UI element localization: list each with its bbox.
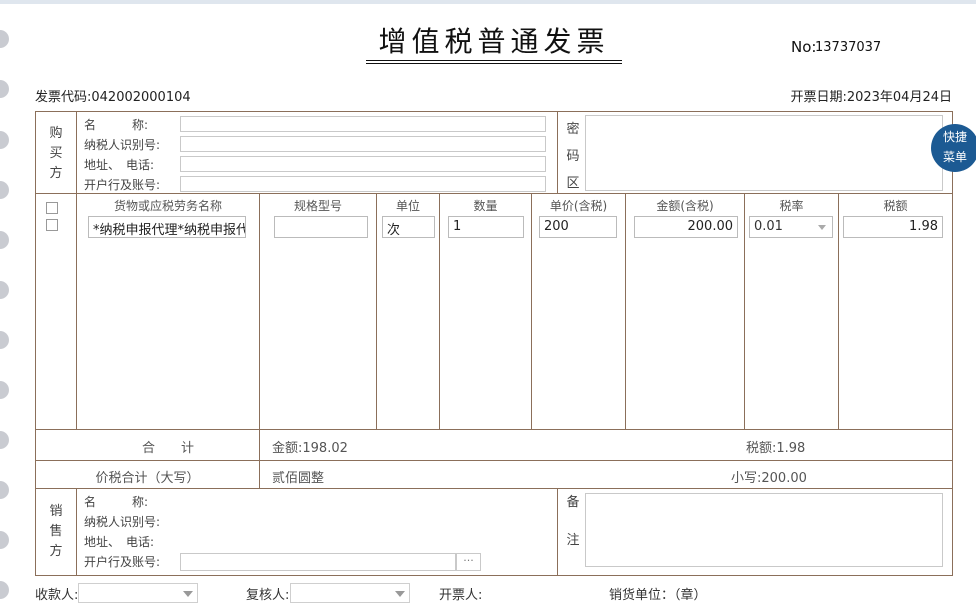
binding-hole-icon	[0, 281, 9, 299]
col-header-tax-rate: 税率	[779, 199, 804, 213]
col-header-unit-price: 单价(含税)	[549, 199, 608, 213]
reviewer-select[interactable]	[290, 583, 410, 603]
buyer-bank-label: 开户行及账号:	[84, 178, 161, 192]
remark-label: 备 注	[566, 495, 580, 548]
drawer-label: 开票人:	[439, 588, 483, 603]
binding-hole-icon	[0, 381, 9, 399]
vline-price	[625, 193, 626, 430]
seller-name-label: 名 称:	[84, 495, 149, 509]
total-label: 合 计	[141, 441, 194, 456]
binding-hole-icon	[0, 431, 9, 449]
col-header-tax-amount: 税额	[883, 199, 908, 213]
payee-select[interactable]	[78, 583, 198, 603]
buyer-taxid-label: 纳税人识别号:	[84, 138, 161, 152]
spec-input[interactable]	[274, 216, 368, 238]
buyer-address-input[interactable]	[180, 156, 546, 172]
divider-total-tax	[35, 488, 953, 489]
col-header-goods: 货物或应税劳务名称	[113, 199, 222, 213]
binding-hole-icon	[0, 331, 9, 349]
amount-input[interactable]: 200.00	[634, 216, 738, 238]
goods-name-input[interactable]: *纳税申报代理*纳税申报代	[88, 216, 246, 238]
vline-unit	[439, 193, 440, 430]
total-tax: 税额:1.98	[746, 441, 806, 456]
cipher-area-label: 密 码 区	[566, 122, 580, 191]
col-header-amount: 金额(含税)	[656, 199, 714, 213]
binding-hole-icon	[0, 80, 9, 98]
tax-rate-value: 0.01	[754, 219, 783, 234]
frame-bottom	[35, 575, 953, 576]
invoice-title: 增值税普通发票	[378, 25, 610, 58]
buyer-name-label: 名 称:	[84, 118, 149, 132]
vline-seller-label	[76, 488, 77, 576]
vline-amount	[744, 193, 745, 430]
total-with-tax-label: 价税合计（大写）	[95, 471, 200, 486]
unit-input[interactable]: 次	[382, 216, 435, 238]
row-checkbox[interactable]	[46, 219, 58, 231]
vline-buyer-label	[76, 111, 77, 194]
invoice-date: 开票日期:2023年04月24日	[790, 90, 952, 105]
buyer-name-input[interactable]	[180, 116, 546, 132]
col-header-unit: 单位	[395, 199, 420, 213]
binding-hole-icon	[0, 531, 9, 549]
binding-hole-icon	[0, 181, 9, 199]
vline-items-first	[76, 193, 77, 430]
chevron-down-icon	[395, 591, 405, 597]
invoice-no-label: No:	[791, 38, 817, 56]
frame-top	[35, 111, 953, 112]
tax-amount-input[interactable]: 1.98	[843, 216, 943, 238]
chevron-down-icon	[183, 591, 193, 597]
reviewer-label: 复核人:	[246, 588, 290, 603]
seller-taxid-label: 纳税人识别号:	[84, 515, 161, 529]
total-uppercase: 贰佰圆整	[272, 471, 325, 486]
vline-seller-remark	[557, 488, 558, 576]
vline-spec	[376, 193, 377, 430]
vline-rate	[838, 193, 839, 430]
binding-hole-icon	[0, 481, 9, 499]
buyer-bank-input[interactable]	[180, 176, 546, 192]
vline-buyer-cipher	[557, 111, 558, 194]
total-lowercase: 小写:200.00	[731, 471, 807, 486]
col-header-spec: 规格型号	[293, 199, 342, 213]
binding-hole-icon	[0, 131, 9, 149]
cipher-area-box	[585, 115, 943, 191]
buyer-taxid-input[interactable]	[180, 136, 546, 152]
top-border	[0, 0, 976, 4]
invoice-code: 发票代码:042002000104	[35, 90, 191, 105]
total-amount: 金额:198.02	[272, 441, 348, 456]
seller-bank-more-button[interactable]: ···	[456, 553, 481, 571]
seller-address-label: 地址、 电话:	[84, 535, 155, 549]
binding-hole-icon	[0, 231, 9, 249]
tax-rate-select[interactable]: 0.01	[749, 216, 833, 238]
select-all-checkbox[interactable]	[46, 202, 58, 214]
binding-hole-icon	[0, 30, 9, 48]
unit-price-input[interactable]: 200	[539, 216, 617, 238]
frame-left	[35, 111, 36, 576]
remark-textarea[interactable]	[585, 493, 943, 567]
buyer-address-label: 地址、 电话:	[84, 158, 155, 172]
frame-right	[952, 111, 953, 576]
seller-bank-label: 开户行及账号:	[84, 555, 161, 569]
buyer-side-label: 购 买 方	[49, 126, 63, 181]
invoice-no-value: 13737037	[815, 40, 882, 55]
vline-qty	[531, 193, 532, 430]
binding-hole-icon	[0, 581, 9, 599]
seller-side-label: 销 售 方	[49, 504, 63, 559]
title-underline	[366, 60, 622, 61]
qty-input[interactable]: 1	[448, 216, 524, 238]
divider-items	[35, 429, 953, 430]
quick-menu-button[interactable]: 快捷 菜单	[931, 124, 976, 172]
title-underline	[366, 63, 622, 64]
vline-goods	[259, 193, 260, 489]
chevron-down-icon	[818, 225, 826, 230]
col-header-qty: 数量	[473, 199, 498, 213]
divider-buyer	[35, 193, 953, 194]
seller-unit-seal-label: 销货单位：（章）	[609, 588, 707, 603]
payee-label: 收款人:	[35, 588, 79, 603]
divider-totals	[35, 460, 953, 461]
seller-bank-input[interactable]	[180, 553, 456, 571]
